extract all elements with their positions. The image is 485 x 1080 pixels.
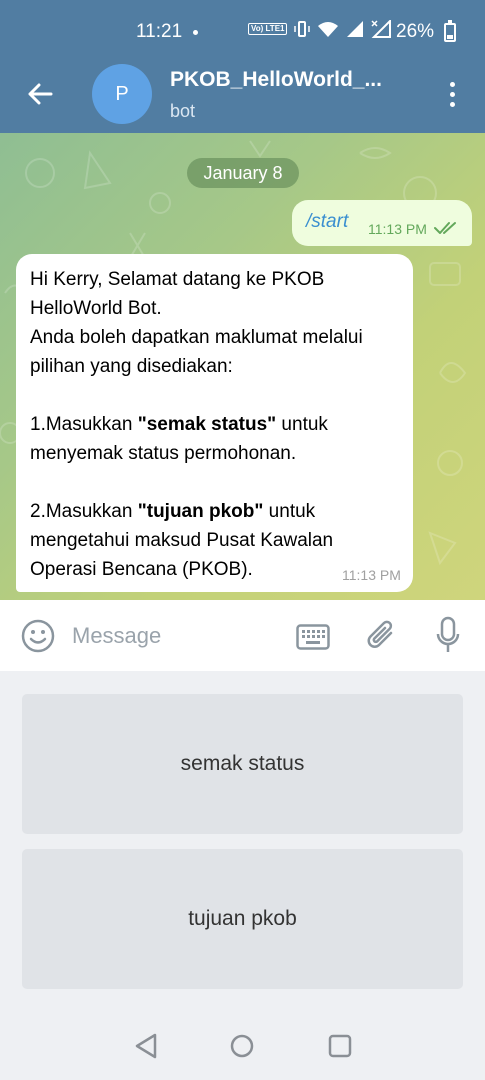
command-tujuan-pkob: "tujuan pkob" [137,501,264,522]
nav-home-icon[interactable] [230,1034,254,1058]
status-time: 11:21 [136,21,183,42]
more-options-button[interactable] [440,76,464,112]
avatar-letter: P [115,82,129,105]
keyboard-icon [296,624,330,650]
signal-icon [347,21,364,37]
option-1-line: 1.Masukkan "semak status" untuk [30,414,328,435]
wifi-icon [318,22,339,37]
arrow-left-icon [28,83,53,105]
battery-percent: 26% [396,21,435,42]
nav-back-icon[interactable] [134,1033,158,1059]
message-line: menyemak status permohonan. [30,443,297,464]
message-input[interactable] [72,620,282,652]
microphone-icon [436,616,460,652]
double-check-icon [434,222,456,234]
vibrate-icon [294,21,311,37]
command-semak-status: "semak status" [137,414,277,435]
more-vertical-icon [449,81,455,87]
message-line: mengetahui maksud Pusat Kawalan [30,530,334,551]
message-line: Hi Kerry, Selamat datang ke PKOB [30,269,325,290]
attach-button[interactable] [365,618,399,659]
outgoing-message-time: 11:13 PM [368,221,427,237]
reply-button-semak-status[interactable]: semak status [22,694,463,834]
nav-recents-icon[interactable] [328,1034,352,1058]
message-line: HelloWorld Bot. [30,298,162,319]
signal-no-data-icon [371,20,392,38]
message-input-bar [0,600,485,671]
date-chip: January 8 [187,158,299,188]
battery-icon [444,20,456,42]
status-bar: 11:21 Vo) LTE1 26% [0,0,485,54]
chat-header: P PKOB_HelloWorld_... bot [0,54,485,133]
outgoing-message[interactable]: /start 11:13 PM [292,200,472,246]
bot-keyboard-toggle-button[interactable] [296,624,330,655]
incoming-message-time: 11:13 PM [342,567,401,583]
message-line: Anda boleh dapatkan maklumat melalui [30,327,363,348]
notification-dot-icon [193,30,198,35]
status-icons: Vo) LTE1 [248,20,392,38]
paperclip-icon [367,620,393,648]
smiley-icon [21,619,55,653]
voice-record-button[interactable] [436,616,460,659]
outgoing-message-text: /start [306,211,349,232]
option-2-line: 2.Masukkan "tujuan pkob" untuk [30,501,316,522]
volte-icon: Vo) LTE1 [248,23,288,35]
bot-reply-keyboard: semak status tujuan pkob [0,671,485,1011]
back-button[interactable] [22,76,58,112]
chat-area[interactable]: January 8 /start 11:13 PM Hi Kerry, Sela… [0,133,485,600]
incoming-message[interactable]: Hi Kerry, Selamat datang ke PKOB HelloWo… [16,254,413,592]
reply-button-tujuan-pkob[interactable]: tujuan pkob [22,849,463,989]
incoming-message-text: Hi Kerry, Selamat datang ke PKOB HelloWo… [30,265,405,584]
system-navigation-bar [0,1011,485,1080]
emoji-button[interactable] [20,618,56,659]
message-line: pilihan yang disediakan: [30,356,233,377]
chat-subtitle: bot [170,101,196,121]
avatar[interactable]: P [92,64,152,124]
chat-title[interactable]: PKOB_HelloWorld_... [170,68,382,92]
